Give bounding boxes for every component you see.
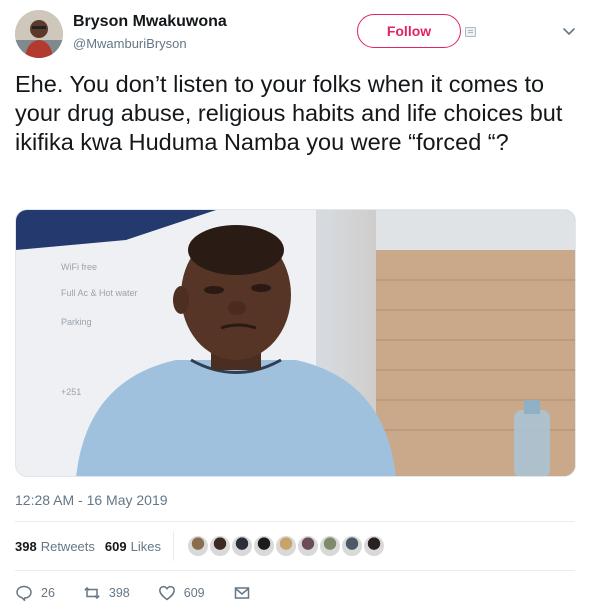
like-action[interactable]: 609	[158, 584, 205, 602]
liker-avatar[interactable]	[317, 534, 342, 558]
liker-avatar[interactable]	[295, 534, 320, 558]
sign-line-2: Full Ac & Hot water	[61, 288, 138, 298]
reply-count: 26	[41, 586, 55, 600]
liker-avatars	[185, 534, 386, 558]
like-action-count: 609	[183, 586, 205, 600]
tweet-timestamp[interactable]: 12:28 AM - 16 May 2019	[15, 492, 168, 508]
sign-line-3: Parking	[61, 317, 92, 327]
badge-icon	[465, 27, 476, 37]
like-count[interactable]: 609	[105, 539, 127, 554]
retweet-action-count: 398	[108, 586, 130, 600]
divider	[15, 521, 575, 522]
man-photo: WiFi free Full Ac & Hot water Parking +2…	[16, 210, 575, 476]
liker-avatar[interactable]	[361, 534, 386, 558]
liker-avatar[interactable]	[273, 534, 298, 558]
follow-button[interactable]: Follow	[357, 14, 461, 48]
tweet-header: Bryson Mwakuwona @MwamburiBryson Follow	[15, 10, 575, 60]
reply-action[interactable]: 26	[15, 584, 55, 602]
liker-avatar[interactable]	[185, 534, 210, 558]
retweet-count[interactable]: 398	[15, 539, 37, 554]
retweet-icon	[84, 586, 100, 600]
reply-icon	[16, 585, 32, 602]
envelope-icon	[234, 587, 249, 599]
sign-line-4: +251	[61, 387, 81, 397]
tweet-image[interactable]: WiFi free Full Ac & Hot water Parking +2…	[15, 209, 576, 477]
author-name[interactable]: Bryson Mwakuwona	[73, 13, 227, 31]
liker-avatar[interactable]	[339, 534, 364, 558]
sign-line-1: WiFi free	[61, 262, 97, 272]
author-avatar[interactable]	[15, 10, 63, 58]
likes-label[interactable]: Likes	[131, 539, 161, 554]
liker-avatar[interactable]	[207, 534, 232, 558]
tweet-actions: 26 398 609	[15, 582, 279, 604]
divider	[15, 570, 575, 571]
stats-separator	[172, 531, 174, 561]
author-handle[interactable]: @MwamburiBryson	[73, 36, 187, 51]
retweets-label[interactable]: Retweets	[41, 539, 95, 554]
tweet-stats: 398 Retweets 609 Likes	[15, 530, 386, 562]
retweet-action[interactable]: 398	[83, 584, 130, 602]
dm-action[interactable]	[233, 584, 251, 602]
tweet-text: Ehe. You don’t listen to your folks when…	[15, 71, 569, 155]
liker-avatar[interactable]	[229, 534, 254, 558]
chevron-down-icon[interactable]	[560, 22, 578, 40]
liker-avatar[interactable]	[251, 534, 276, 558]
heart-icon	[158, 585, 175, 601]
